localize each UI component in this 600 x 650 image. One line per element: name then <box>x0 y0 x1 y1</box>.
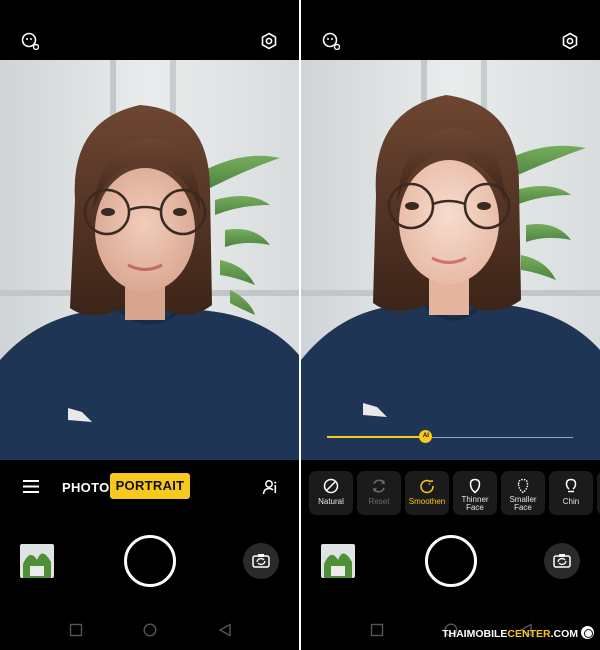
recent-apps-icon[interactable] <box>69 623 83 637</box>
beauty-option-label: Smaller Face <box>509 495 537 512</box>
beauty-face-icon[interactable] <box>322 32 340 50</box>
beauty-option-label: Reset <box>368 497 390 506</box>
no-filter-icon <box>323 478 339 494</box>
recent-apps-icon[interactable] <box>370 623 384 637</box>
watermark-part-1: THAIMOBILE <box>442 628 508 640</box>
camera-viewfinder[interactable] <box>301 60 600 460</box>
beauty-option-label: Smoothen <box>408 497 446 506</box>
switch-camera-button[interactable] <box>243 543 279 579</box>
beauty-face-icon[interactable] <box>21 32 39 50</box>
system-navbar <box>0 620 299 642</box>
beauty-option-natural[interactable]: Natural <box>309 471 353 515</box>
beauty-option-chin[interactable]: Chin <box>549 471 593 515</box>
gallery-thumbnail[interactable] <box>321 544 355 578</box>
viewfinder-image <box>301 60 600 460</box>
switch-camera-icon <box>252 554 270 568</box>
beauty-option-reset[interactable]: Reset <box>357 471 401 515</box>
home-icon[interactable] <box>143 623 157 637</box>
small-face-icon <box>517 478 529 494</box>
mode-selector-bar: PHOTO PORTRAIT <box>0 460 299 512</box>
watermark-part-3: .COM <box>550 628 578 640</box>
thin-face-icon <box>469 478 481 494</box>
camera-screen-beauty-mode: AI Natural Reset Smoothen Thinner Face Sm… <box>301 0 600 650</box>
beauty-intensity-slider[interactable]: AI <box>327 430 573 443</box>
switch-camera-button[interactable] <box>544 543 580 579</box>
gallery-thumbnail[interactable] <box>20 544 54 578</box>
settings-icon[interactable] <box>260 32 278 50</box>
smoothen-icon <box>420 479 434 494</box>
beauty-option-thinner-face[interactable]: Thinner Face <box>453 471 497 515</box>
camera-viewfinder[interactable] <box>0 60 299 460</box>
viewfinder-image <box>0 60 299 460</box>
menu-icon[interactable] <box>23 480 39 493</box>
chin-icon <box>565 478 577 493</box>
settings-icon[interactable] <box>561 32 579 50</box>
top-bar <box>301 0 600 60</box>
slider-fill <box>327 436 426 438</box>
beauty-option-smoothen[interactable]: Smoothen <box>405 471 449 515</box>
reset-icon <box>373 479 385 493</box>
switch-camera-icon <box>553 554 571 568</box>
ai-portrait-icon[interactable] <box>262 478 279 495</box>
watermark-logo-icon <box>581 626 594 639</box>
mode-tab-photo[interactable]: PHOTO <box>62 480 110 495</box>
watermark-part-2: CENTER <box>507 628 551 640</box>
beauty-option-label: Natural <box>318 497 344 506</box>
shutter-button[interactable] <box>124 535 176 587</box>
beauty-option-smaller-face[interactable]: Smaller Face <box>501 471 545 515</box>
shutter-button[interactable] <box>425 535 477 587</box>
beauty-option-label: Chin <box>562 497 580 506</box>
top-bar <box>0 0 299 60</box>
beauty-options-row: Natural Reset Smoothen Thinner Face Small… <box>309 471 600 515</box>
camera-screen-portrait-mode: PHOTO PORTRAIT <box>0 0 299 650</box>
mode-tab-portrait[interactable]: PORTRAIT <box>110 473 190 499</box>
back-icon[interactable] <box>218 623 232 637</box>
watermark: THAIMOBILECENTER.COM <box>442 626 594 640</box>
beauty-option-label: Thinner Face <box>461 495 489 512</box>
